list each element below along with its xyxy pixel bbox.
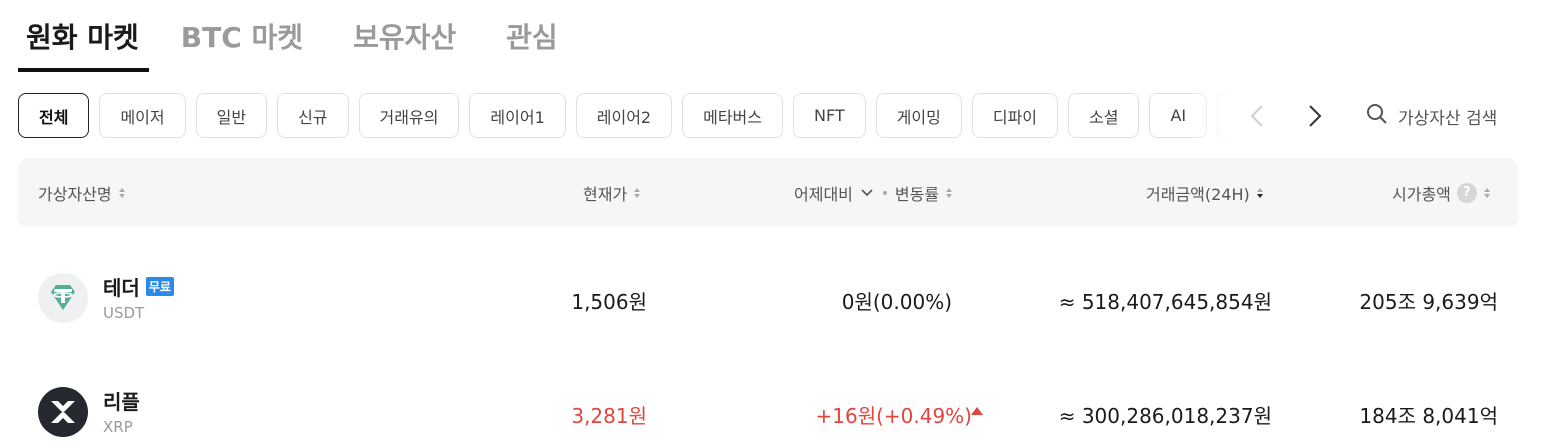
filter-chip-new[interactable]: 신규 bbox=[277, 93, 349, 138]
up-arrow-icon bbox=[971, 407, 983, 415]
filter-chip-layer2[interactable]: 레이어2 bbox=[575, 93, 673, 138]
separator-dot bbox=[882, 190, 887, 195]
sort-desc-icon bbox=[1256, 187, 1263, 198]
table-header: 가상자산명 현재가 어제대비 변동률 거래금액(24H) 시가총액 ? bbox=[18, 158, 1518, 227]
tab-btc-market[interactable]: BTC 마켓 bbox=[181, 0, 303, 72]
price-change: 0원(0.00%) bbox=[841, 290, 952, 314]
filter-chip-layer1[interactable]: 레이어1 bbox=[469, 93, 566, 138]
coin-symbol: XRP bbox=[103, 418, 133, 436]
filter-chip-all[interactable]: 전체 bbox=[18, 93, 90, 138]
filter-chip-nft[interactable]: NFT bbox=[793, 93, 866, 138]
chevron-right-icon[interactable] bbox=[1300, 101, 1330, 131]
filter-chip-gaming[interactable]: 게이밍 bbox=[875, 93, 962, 138]
coin-name: 리플 bbox=[103, 390, 140, 414]
search-label: 가상자산 검색 bbox=[1398, 108, 1498, 129]
market-tabs: 원화 마켓 BTC 마켓 보유자산 관심 bbox=[18, 0, 608, 74]
tab-holdings[interactable]: 보유자산 bbox=[353, 0, 456, 72]
market-cap: 184조 8,041억 bbox=[1359, 404, 1498, 428]
sort-icon bbox=[118, 187, 125, 198]
filter-chip-major[interactable]: 메이저 bbox=[99, 93, 186, 138]
coin-symbol: USDT bbox=[103, 304, 145, 322]
xrp-icon bbox=[38, 387, 88, 437]
column-header-market-cap[interactable]: 시가총액 ? bbox=[1392, 158, 1491, 227]
filter-chip-general[interactable]: 일반 bbox=[195, 93, 268, 138]
current-price: 1,506원 bbox=[571, 290, 647, 314]
change-rate-sort[interactable]: 변동률 bbox=[895, 181, 953, 205]
column-header-volume[interactable]: 거래금액(24H) bbox=[1146, 158, 1264, 227]
free-badge: 무료 bbox=[145, 277, 174, 296]
help-icon[interactable]: ? bbox=[1456, 182, 1477, 203]
market-cap: 205조 9,639억 bbox=[1359, 290, 1498, 314]
filter-chip-ai[interactable]: AI bbox=[1149, 93, 1208, 138]
sort-icon bbox=[1483, 187, 1490, 198]
trade-volume: ≈ 518,407,645,854원 bbox=[1058, 290, 1272, 314]
tab-krw-market[interactable]: 원화 마켓 bbox=[18, 0, 149, 72]
current-price: 3,281원 bbox=[571, 404, 647, 428]
column-header-change: 어제대비 변동률 bbox=[794, 158, 953, 227]
tether-icon bbox=[38, 273, 88, 323]
filter-chip-caution[interactable]: 거래유의 bbox=[358, 93, 460, 138]
filter-chips-viewport: 전체 메이저 일반 신규 거래유의 레이어1 레이어2 메타버스 NFT 게이밍… bbox=[18, 93, 1240, 139]
sort-icon bbox=[946, 187, 953, 198]
sort-icon bbox=[634, 187, 641, 198]
coin-name: 테더 무료 bbox=[103, 272, 174, 301]
change-mode-dropdown[interactable]: 어제대비 bbox=[794, 181, 873, 205]
table-row[interactable]: 테더 무료 USDT 1,506원 0원(0.00%) ≈ 518,407,64… bbox=[18, 242, 1518, 352]
search-icon bbox=[1366, 103, 1388, 130]
chevron-down-icon bbox=[861, 188, 873, 196]
filter-bar: 전체 메이저 일반 신규 거래유의 레이어1 레이어2 메타버스 NFT 게이밍… bbox=[18, 93, 1518, 139]
chevron-left-icon[interactable] bbox=[1242, 101, 1272, 131]
filter-chip-social[interactable]: 소셜 bbox=[1068, 93, 1140, 138]
column-header-name[interactable]: 가상자산명 bbox=[38, 158, 126, 227]
trade-volume: ≈ 300,286,018,237원 bbox=[1058, 404, 1272, 428]
search-button[interactable]: 가상자산 검색 bbox=[1366, 99, 1497, 133]
filter-chip-defi[interactable]: 디파이 bbox=[971, 93, 1059, 138]
table-row[interactable]: 리플 XRP 3,281원 +16원(+0.49%) ≈ 300,286,018… bbox=[18, 356, 1518, 448]
filter-chip-partial[interactable]: Me bbox=[1217, 93, 1240, 138]
column-header-price[interactable]: 현재가 bbox=[583, 158, 641, 227]
price-change: +16원(+0.49%) bbox=[815, 404, 972, 428]
filter-chip-metaverse[interactable]: 메타버스 bbox=[682, 93, 783, 138]
tab-watchlist[interactable]: 관심 bbox=[506, 0, 558, 72]
